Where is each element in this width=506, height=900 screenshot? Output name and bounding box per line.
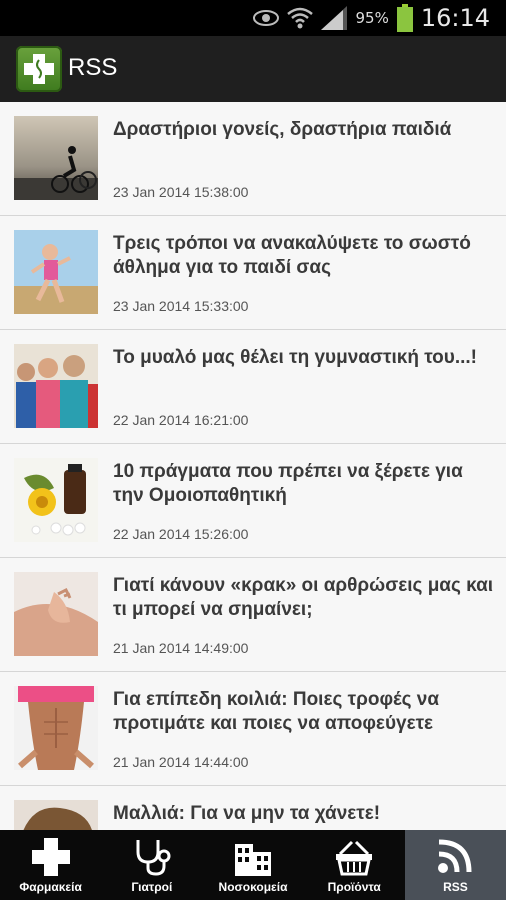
- list-item[interactable]: Γιατί κάνουν «κρακ» οι αρθρώσεις μας και…: [0, 558, 506, 672]
- clock: 16:14: [420, 4, 490, 32]
- pharmacy-cross-icon[interactable]: [16, 46, 62, 92]
- signal-icon: [321, 6, 348, 30]
- list-item[interactable]: 10 πράγματα που πρέπει να ξέρετε για την…: [0, 444, 506, 558]
- thumbnail-image: [14, 572, 98, 656]
- basket-icon: [336, 840, 373, 876]
- stethoscope-icon: [136, 840, 171, 876]
- article-title: Μαλλιά: Για να μην τα χάνετε!: [113, 803, 381, 824]
- list-item[interactable]: Τρεις τρόποι να ανακαλύψετε το σωστό άθλ…: [0, 216, 506, 330]
- article-date: 23 Jan 2014 15:33:00: [113, 298, 249, 314]
- thumbnail-image: [14, 686, 98, 770]
- tab-hospitals[interactable]: Νοσοκομεία: [202, 830, 303, 900]
- tab-pharmacies[interactable]: Φαρμακεία: [0, 830, 101, 900]
- eye-icon: [253, 10, 280, 26]
- battery-icon: [396, 4, 413, 32]
- wifi-icon: [287, 7, 314, 29]
- article-date: 22 Jan 2014 16:21:00: [113, 412, 249, 428]
- list-item[interactable]: Δραστήριοι γονείς, δραστήρια παιδιά 23 J…: [0, 102, 506, 216]
- battery-percent: 95%: [355, 9, 389, 27]
- action-bar: RSS: [0, 36, 506, 102]
- article-title: Γιατί κάνουν «κρακ» οι αρθρώσεις μας και…: [113, 575, 494, 620]
- tab-doctors[interactable]: Γιατροί: [101, 830, 202, 900]
- tab-products[interactable]: Προϊόντα: [304, 830, 405, 900]
- list-item[interactable]: Για επίπεδη κοιλιά: Ποιες τροφές να προτ…: [0, 672, 506, 786]
- article-date: 21 Jan 2014 14:44:00: [113, 754, 249, 770]
- cross-icon: [31, 838, 70, 876]
- bottom-tab-bar: Φαρμακεία Γιατροί Νοσοκομεία Προϊόντα RS…: [0, 830, 506, 900]
- thumbnail-image: [14, 458, 98, 542]
- page-title: RSS: [68, 54, 118, 81]
- thumbnail-image: [14, 800, 98, 830]
- article-date: 23 Jan 2014 15:38:00: [113, 184, 249, 200]
- tab-label: Νοσοκομεία: [218, 880, 288, 894]
- thumbnail-image: [14, 230, 98, 314]
- thumbnail-image: [14, 116, 98, 200]
- tab-label: Προϊόντα: [327, 880, 381, 894]
- tab-label: RSS: [443, 880, 468, 894]
- tab-label: Φαρμακεία: [19, 880, 82, 894]
- article-date: 21 Jan 2014 14:49:00: [113, 640, 249, 656]
- hospital-building-icon: [235, 844, 271, 876]
- list-item[interactable]: Μαλλιά: Για να μην τα χάνετε!: [0, 786, 506, 830]
- rss-feed-list[interactable]: Δραστήριοι γονείς, δραστήρια παιδιά 23 J…: [0, 102, 506, 830]
- tab-rss[interactable]: RSS: [404, 830, 506, 900]
- status-bar: 95% 16:14: [0, 0, 506, 36]
- article-title: Για επίπεδη κοιλιά: Ποιες τροφές να προτ…: [113, 689, 440, 734]
- list-item[interactable]: Το μυαλό μας θέλει τη γυμναστική του...!…: [0, 330, 506, 444]
- article-title: 10 πράγματα που πρέπει να ξέρετε για την…: [113, 461, 463, 506]
- article-title: Δραστήριοι γονείς, δραστήρια παιδιά: [113, 119, 452, 140]
- article-title: Το μυαλό μας θέλει τη γυμναστική του...!: [113, 347, 477, 368]
- rss-icon: [438, 839, 472, 873]
- thumbnail-image: [14, 344, 98, 428]
- article-date: 22 Jan 2014 15:26:00: [113, 526, 249, 542]
- article-title: Τρεις τρόποι να ανακαλύψετε το σωστό άθλ…: [113, 233, 471, 278]
- status-icons: 95% 16:14: [253, 0, 490, 36]
- tab-label: Γιατροί: [131, 880, 173, 894]
